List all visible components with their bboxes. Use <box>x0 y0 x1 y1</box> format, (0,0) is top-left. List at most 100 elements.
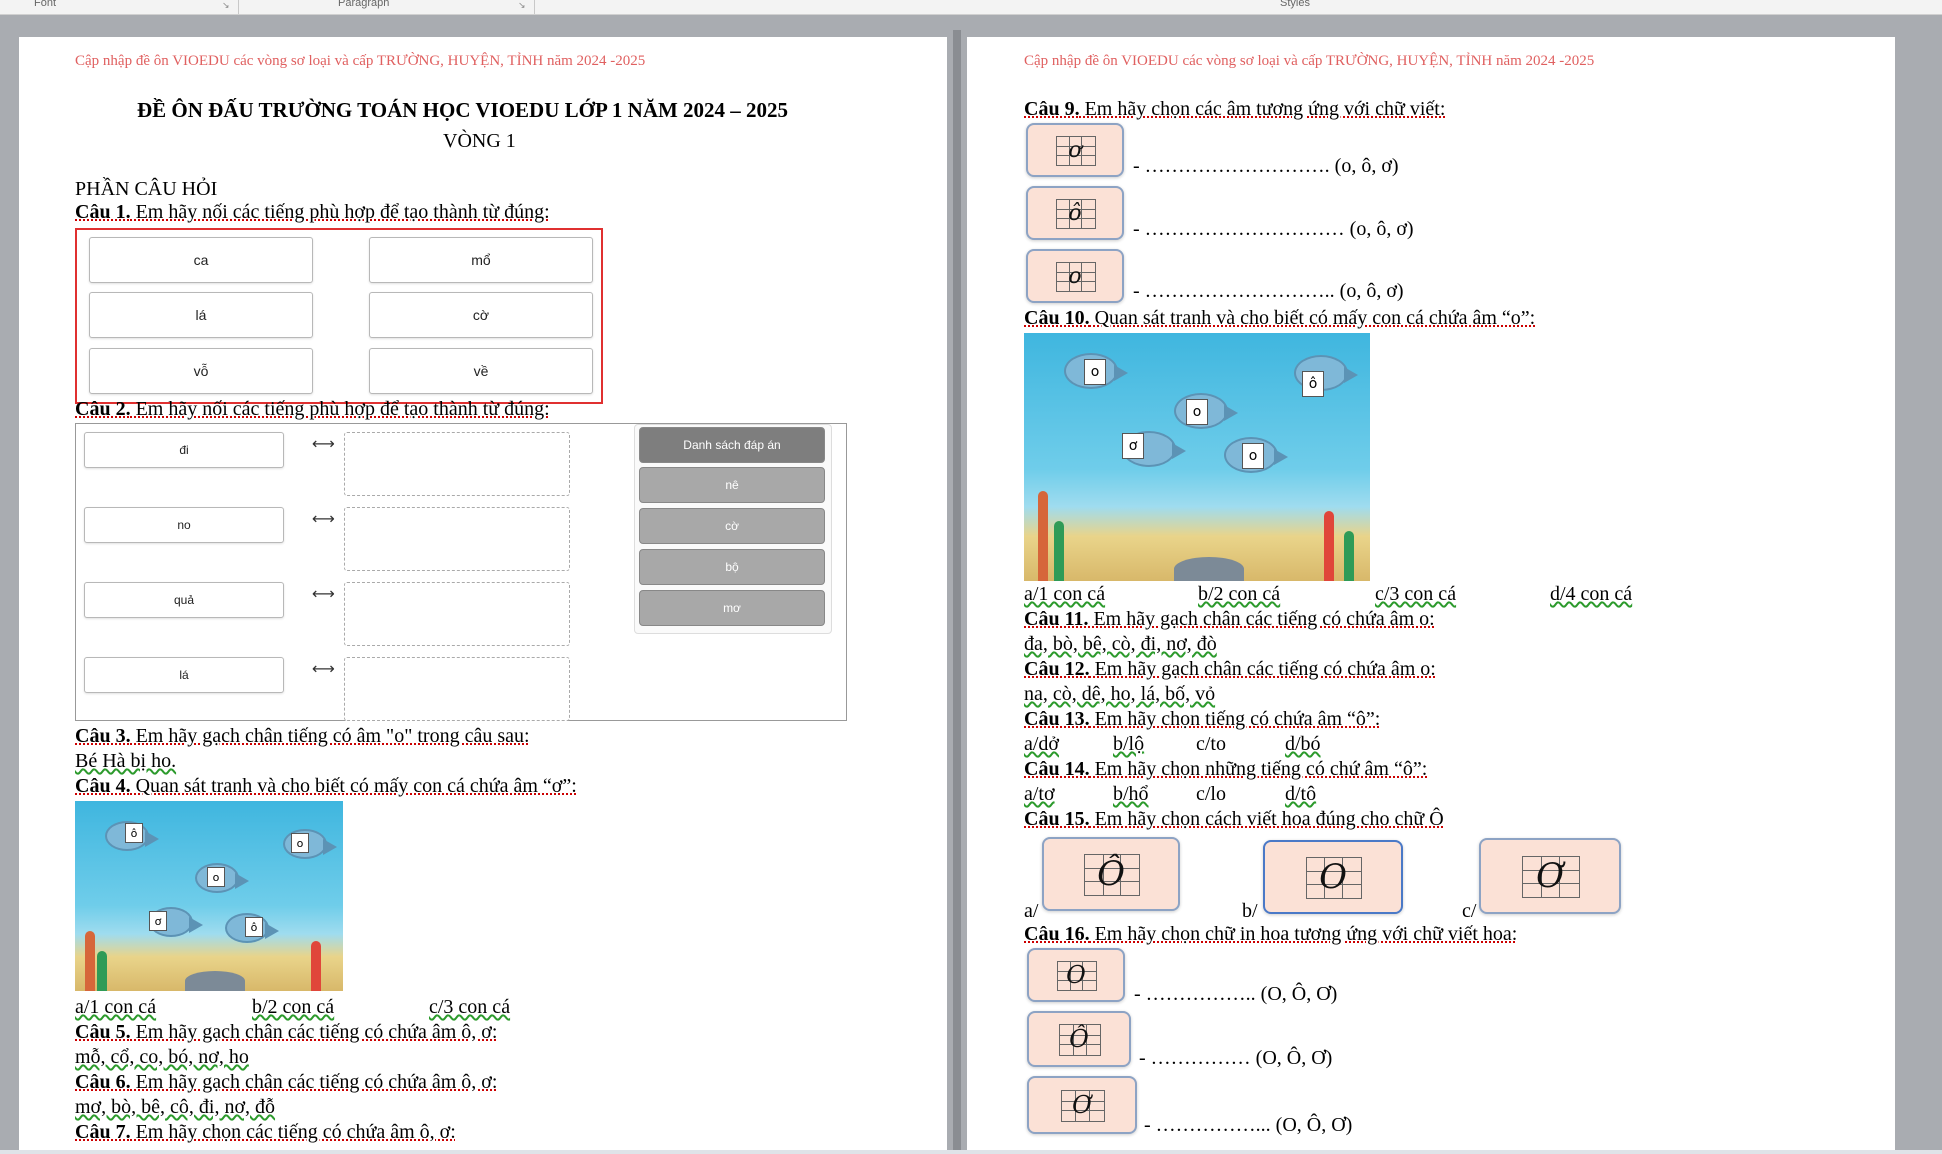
script-letter-card[interactable]: ơ <box>1026 123 1124 177</box>
page-gap <box>953 30 961 1154</box>
question-1: Câu 1. Em hãy nối các tiếng phù hợp để t… <box>75 201 550 223</box>
q16-blank-1[interactable]: - …………….. (O, Ô, Ơ) <box>1134 983 1337 1006</box>
answer-option[interactable]: mơ <box>639 590 825 626</box>
match-left-item[interactable]: vỗ <box>89 348 313 394</box>
fish-letter-card: ô <box>1302 371 1324 397</box>
q14-option-d[interactable]: d/tô <box>1285 783 1316 806</box>
q9-blank-1[interactable]: - ………………………. (o, ô, ơ) <box>1133 155 1399 178</box>
fish-letter-card: ơ <box>149 911 167 931</box>
question-6: Câu 6. Em hãy gạch chân các tiếng có chứ… <box>75 1071 498 1093</box>
question-14: Câu 14. Em hãy chọn những tiếng có chứ â… <box>1024 758 1428 780</box>
connector-arrow-icon: ⟷ <box>312 659 335 678</box>
section-heading: PHẦN CÂU HỎI <box>75 178 218 200</box>
match-left-item[interactable]: lá <box>89 292 313 338</box>
q13-option-c[interactable]: c/to <box>1196 733 1226 756</box>
q4-option-a[interactable]: a/1 con cá <box>75 996 156 1019</box>
match-right-item[interactable]: mổ <box>369 237 593 283</box>
script-letter-card[interactable]: ô <box>1026 186 1124 240</box>
q14-option-b[interactable]: b/hổ <box>1113 783 1149 806</box>
q10-option-a[interactable]: a/1 con cá <box>1024 583 1105 606</box>
q15-option-a-card[interactable]: Ô <box>1042 837 1180 911</box>
q13-option-b[interactable]: b/lộ <box>1113 733 1144 756</box>
question-9: Câu 9. Em hãy chọn các âm tương ứng với … <box>1024 98 1446 120</box>
drop-slot[interactable] <box>344 582 570 646</box>
question-7: Câu 7. Em hãy chọn các tiếng có chứa âm … <box>75 1121 456 1143</box>
fish-letter-card: o <box>291 833 309 853</box>
match-left-item[interactable]: quả <box>84 582 284 618</box>
match-right-item[interactable]: cờ <box>369 292 593 338</box>
question-3: Câu 3. Em hãy gạch chân tiếng có âm "o" … <box>75 725 530 747</box>
connector-arrow-icon: ⟷ <box>312 584 335 603</box>
q10-option-b[interactable]: b/2 con cá <box>1198 583 1280 606</box>
q10-option-d[interactable]: d/4 con cá <box>1550 583 1632 606</box>
question-3-sentence: Bé Hà bị ho. <box>75 750 177 772</box>
q15-prefix-b: b/ <box>1242 900 1258 922</box>
script-letter-card[interactable]: Ô <box>1027 1011 1131 1067</box>
answer-option[interactable]: bộ <box>639 549 825 585</box>
font-group-label: Font <box>34 0 57 9</box>
paragraph-group-label: Paragraph <box>338 0 390 9</box>
q14-option-a[interactable]: a/tơ <box>1024 783 1055 806</box>
question-15: Câu 15. Em hãy chọn cách viết hoa đúng c… <box>1024 808 1444 830</box>
styles-group-label: Styles <box>1280 0 1310 9</box>
q15-option-b-card[interactable]: O <box>1263 840 1403 914</box>
q15-option-c-card[interactable]: Ơ <box>1479 838 1621 914</box>
fish-letter-card: o <box>1186 399 1208 425</box>
paragraph-dialog-launcher-icon[interactable]: ↘ <box>518 0 526 11</box>
question-2: Câu 2. Em hãy nối các tiếng phù hợp để t… <box>75 398 550 420</box>
question-6-words: mơ, bò, bê, cô, đi, nơ, đỗ <box>75 1096 276 1118</box>
page-header: Cập nhập đề ôn VIOEDU các vòng sơ loại v… <box>1024 53 1595 69</box>
q14-option-c[interactable]: c/lo <box>1196 783 1226 806</box>
match-left-item[interactable]: lá <box>84 657 284 693</box>
page-header: Cập nhập đề ôn VIOEDU các vòng sơ loại v… <box>75 53 646 69</box>
answer-option[interactable]: cờ <box>639 508 825 544</box>
question-12: Câu 12. Em hãy gạch chân các tiếng có ch… <box>1024 658 1436 680</box>
fish-letter-card: o <box>207 867 225 887</box>
answer-list-panel: Danh sách đáp án nê cờ bộ mơ <box>634 424 832 634</box>
question-1-match-frame: ca lá vỗ mổ cờ về <box>75 228 603 404</box>
question-4: Câu 4. Quan sát tranh và cho biết có mấy… <box>75 775 577 797</box>
match-left-item[interactable]: đi <box>84 432 284 468</box>
match-right-item[interactable]: về <box>369 348 593 394</box>
document-page-1: Cập nhập đề ôn VIOEDU các vòng sơ loại v… <box>19 37 947 1154</box>
drop-slot[interactable] <box>344 657 570 721</box>
connector-arrow-icon: ⟷ <box>312 509 335 528</box>
question-2-match-frame: đi no quả lá ⟷ ⟷ ⟷ ⟷ Danh sách đáp án nê… <box>75 423 847 721</box>
ribbon-strip: Font ↘ Paragraph ↘ Styles <box>0 0 1942 15</box>
script-letter-card[interactable]: o <box>1026 249 1124 303</box>
document-title: ĐỀ ÔN ĐẤU TRƯỜNG TOÁN HỌC VIOEDU LỚP 1 N… <box>137 98 789 122</box>
fish-scene-image: ô o o ơ ô <box>75 801 343 991</box>
question-10: Câu 10. Quan sát tranh và cho biết có mấ… <box>1024 307 1536 329</box>
fish-letter-card: ơ <box>1122 433 1144 459</box>
font-dialog-launcher-icon[interactable]: ↘ <box>222 0 230 11</box>
q16-blank-2[interactable]: - …………… (O, Ô, Ơ) <box>1139 1047 1332 1070</box>
q13-option-d[interactable]: d/bó <box>1285 733 1321 756</box>
drop-slot[interactable] <box>344 507 570 571</box>
fish-letter-card: o <box>1242 443 1264 469</box>
q4-option-b[interactable]: b/2 con cá <box>252 996 334 1019</box>
script-letter-card[interactable]: Ơ <box>1027 1076 1137 1134</box>
q16-blank-3[interactable]: - ……………... (O, Ô, Ơ) <box>1144 1114 1352 1137</box>
fish-letter-card: o <box>1084 359 1106 385</box>
question-12-words: na, cò, dê, ho, lá, bố, vỏ <box>1024 683 1216 705</box>
fish-letter-card: ô <box>245 917 263 937</box>
drop-slot[interactable] <box>344 432 570 496</box>
fish-scene-image: o ô o ơ o <box>1024 333 1370 581</box>
q9-blank-3[interactable]: - ……………………….. (o, ô, ơ) <box>1133 280 1404 303</box>
match-left-item[interactable]: ca <box>89 237 313 283</box>
question-13: Câu 13. Em hãy chọn tiếng có chứa âm “ô”… <box>1024 708 1381 730</box>
q15-prefix-a: a/ <box>1024 900 1039 922</box>
q13-option-a[interactable]: a/dở <box>1024 733 1059 756</box>
connector-arrow-icon: ⟷ <box>312 434 335 453</box>
answer-list-header: Danh sách đáp án <box>639 427 825 463</box>
match-left-item[interactable]: no <box>84 507 284 543</box>
script-letter-card[interactable]: O <box>1027 948 1125 1002</box>
answer-option[interactable]: nê <box>639 467 825 503</box>
q10-option-c[interactable]: c/3 con cá <box>1375 583 1456 606</box>
q15-prefix-c: c/ <box>1462 900 1477 922</box>
status-strip <box>0 1150 1942 1154</box>
fish-letter-card: ô <box>125 823 143 843</box>
q4-option-c[interactable]: c/3 con cá <box>429 996 510 1019</box>
q9-blank-2[interactable]: - ………………………… (o, ô, ơ) <box>1133 218 1414 241</box>
document-page-2: Cập nhập đề ôn VIOEDU các vòng sơ loại v… <box>967 37 1895 1154</box>
